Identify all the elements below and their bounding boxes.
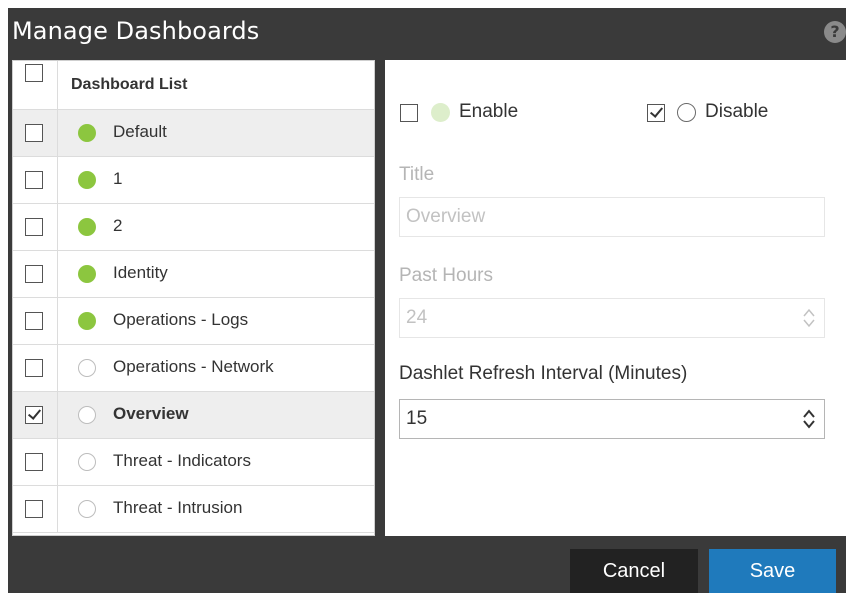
list-item-label: Threat - Intrusion — [113, 498, 243, 517]
past-hours-input[interactable]: 24 — [399, 298, 825, 338]
list-item-label: Identity — [113, 263, 168, 282]
status-disabled-icon — [78, 406, 96, 424]
row-check-cell — [13, 251, 58, 297]
status-enabled-icon — [78, 312, 96, 330]
row-check-cell — [13, 204, 58, 250]
list-item-label: Overview — [113, 404, 189, 423]
row-checkbox[interactable] — [25, 312, 43, 330]
list-item[interactable]: Operations - Logs — [13, 298, 374, 345]
list-item-label: Threat - Indicators — [113, 451, 251, 470]
list-item-label: 1 — [113, 169, 123, 188]
spinner-icon[interactable] — [802, 408, 816, 430]
row-checkbox[interactable] — [25, 218, 43, 236]
row-check-cell — [13, 486, 58, 532]
row-checkbox[interactable] — [25, 406, 43, 424]
enable-checkbox[interactable] — [400, 104, 418, 122]
row-checkbox[interactable] — [25, 359, 43, 377]
row-check-cell — [13, 439, 58, 485]
enable-radio[interactable] — [431, 103, 450, 122]
list-item-label: Operations - Logs — [113, 310, 249, 329]
list-item-label: Default — [113, 122, 167, 141]
dialog-titlebar: Manage Dashboards ? — [8, 8, 846, 60]
status-disabled-icon — [78, 453, 96, 471]
row-checkbox[interactable] — [25, 453, 43, 471]
cancel-button[interactable]: Cancel — [570, 549, 698, 593]
header-check-cell — [13, 61, 58, 109]
row-checkbox[interactable] — [25, 500, 43, 518]
list-item[interactable]: 2 — [13, 204, 374, 251]
list-item[interactable]: Identity — [13, 251, 374, 298]
dashboard-list-header: Dashboard List — [13, 61, 374, 110]
enable-label: Enable — [459, 101, 519, 122]
dashboard-list-panel: Dashboard List Default 1 2 Identity Operatio… — [12, 60, 375, 536]
manage-dashboards-dialog: Manage Dashboards ? Dashboard List Defau… — [8, 8, 846, 593]
row-check-cell — [13, 392, 58, 438]
status-enabled-icon — [78, 171, 96, 189]
dashboard-list-header-label: Dashboard List — [71, 76, 188, 93]
list-item[interactable]: Threat - Intrusion — [13, 486, 374, 533]
dialog-title: Manage Dashboards — [12, 17, 260, 45]
status-enabled-icon — [78, 218, 96, 236]
refresh-interval-label: Dashlet Refresh Interval (Minutes) — [399, 363, 688, 384]
question-circle-icon[interactable]: ? — [824, 21, 846, 43]
status-enabled-icon — [78, 124, 96, 142]
list-item[interactable]: Default — [13, 110, 374, 157]
past-hours-value: 24 — [406, 307, 428, 328]
refresh-interval-input[interactable]: 15 — [399, 399, 825, 439]
row-checkbox[interactable] — [25, 124, 43, 142]
row-check-cell — [13, 345, 58, 391]
select-all-checkbox[interactable] — [25, 64, 43, 82]
row-check-cell — [13, 110, 58, 156]
row-checkbox[interactable] — [25, 171, 43, 189]
disable-radio[interactable] — [677, 103, 696, 122]
row-check-cell — [13, 298, 58, 344]
disable-checkbox[interactable] — [647, 104, 665, 122]
list-item[interactable]: 1 — [13, 157, 374, 204]
save-button[interactable]: Save — [709, 549, 836, 593]
disable-label: Disable — [705, 101, 769, 122]
list-item[interactable]: Threat - Indicators — [13, 439, 374, 486]
list-item[interactable]: Overview — [13, 392, 374, 439]
title-input[interactable]: Overview — [399, 197, 825, 237]
dashboard-form-panel: Enable Disable Title Overview Past Hours… — [385, 60, 846, 536]
row-check-cell — [13, 157, 58, 203]
list-item-label: 2 — [113, 216, 123, 235]
status-enabled-icon — [78, 265, 96, 283]
row-checkbox[interactable] — [25, 265, 43, 283]
list-item-label: Operations - Network — [113, 357, 274, 376]
title-label: Title — [399, 164, 435, 185]
past-hours-label: Past Hours — [399, 265, 493, 286]
spinner-icon[interactable] — [802, 307, 816, 329]
status-disabled-icon — [78, 500, 96, 518]
dialog-footer: Cancel Save — [8, 536, 846, 593]
refresh-interval-value: 15 — [406, 408, 428, 429]
list-item[interactable]: Operations - Network — [13, 345, 374, 392]
status-disabled-icon — [78, 359, 96, 377]
